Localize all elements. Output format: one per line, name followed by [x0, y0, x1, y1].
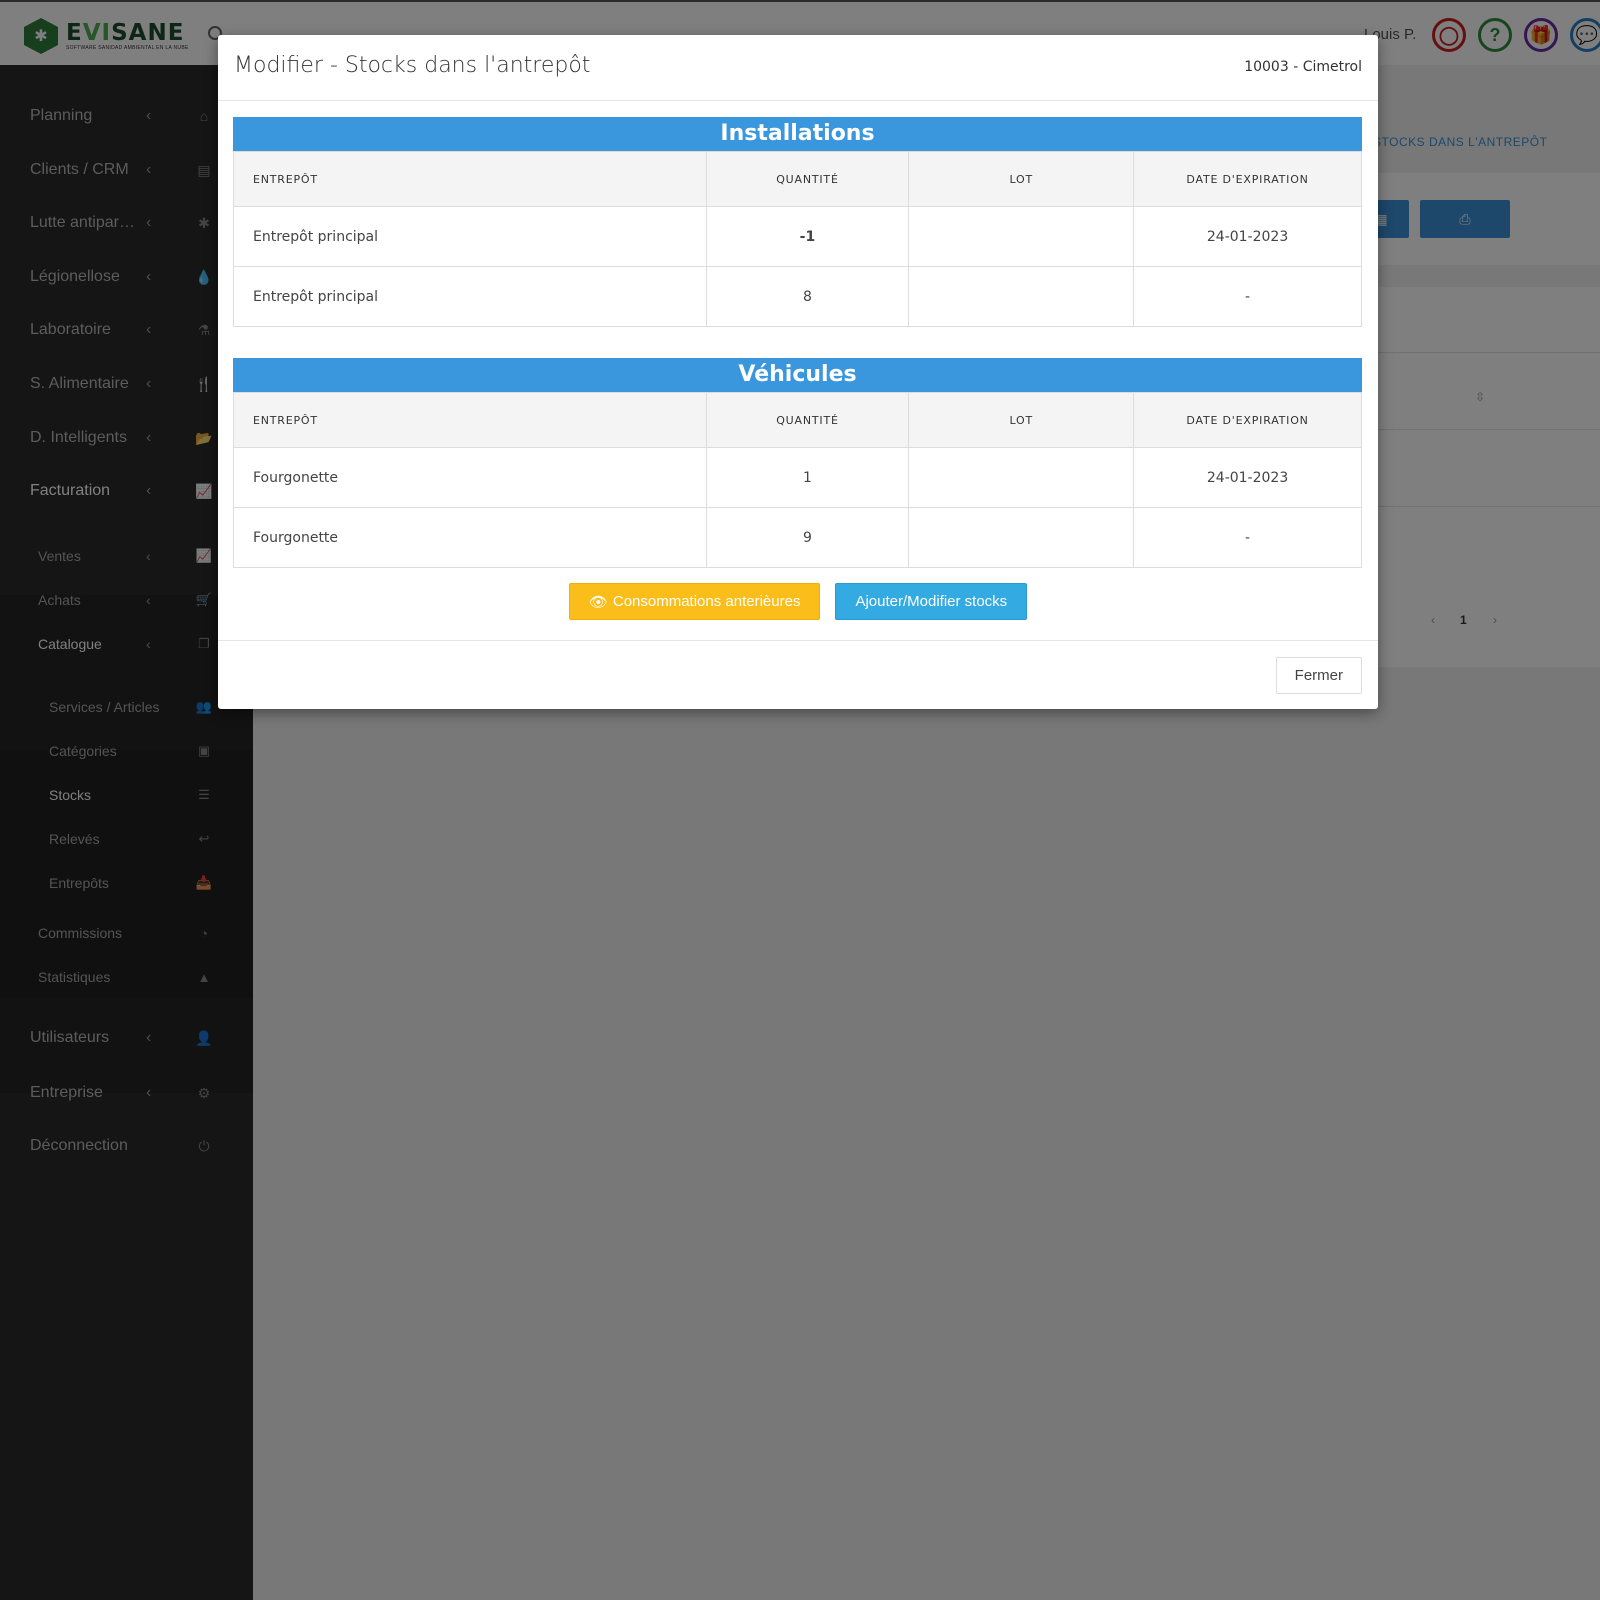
cell-date: 24-01-2023: [1133, 206, 1362, 267]
table-row: Entrepôt principal 8 -: [233, 266, 1362, 327]
cell-quantite: 9: [705, 507, 910, 568]
modal-header: Modifier - Stocks dans l'antrepôt 10003 …: [218, 35, 1378, 101]
cell-entrepot: Entrepôt principal: [233, 266, 707, 327]
previous-consumptions-label: Consommations anterièures: [612, 593, 801, 610]
table-row: Fourgonette 1 24-01-2023: [233, 447, 1362, 508]
cell-quantite: -1: [705, 206, 910, 267]
previous-consumptions-button[interactable]: 👁 Consommations anterièures: [568, 583, 821, 620]
cell-lot: [908, 507, 1135, 568]
modal-footer: Fermer: [218, 640, 1378, 709]
eye-icon: 👁: [588, 593, 608, 611]
close-button-label: Fermer: [1294, 667, 1343, 684]
vehicules-table: ENTREPÔT QUANTITÉ LOT DATE D'EXPIRATION …: [233, 392, 1362, 568]
cell-lot: [908, 206, 1135, 267]
table-header-row: ENTREPÔT QUANTITÉ LOT DATE D'EXPIRATION: [233, 151, 1362, 207]
cell-quantite: 8: [705, 266, 910, 327]
table-row: Entrepôt principal -1 24-01-2023: [233, 206, 1362, 267]
table-header-row: ENTREPÔT QUANTITÉ LOT DATE D'EXPIRATION: [233, 392, 1362, 448]
cell-date: -: [1133, 266, 1362, 327]
cell-lot: [908, 447, 1135, 508]
installations-table: ENTREPÔT QUANTITÉ LOT DATE D'EXPIRATION …: [233, 151, 1362, 327]
cell-entrepot: Entrepôt principal: [233, 206, 707, 267]
column-header-quantite: QUANTITÉ: [705, 151, 910, 207]
cell-entrepot: Fourgonette: [233, 507, 707, 568]
modal-title: Modifier - Stocks dans l'antrepôt: [234, 53, 591, 78]
product-reference: 10003 - Cimetrol: [1244, 59, 1362, 75]
modal-actions: 👁 Consommations anterièures Ajouter/Modi…: [218, 583, 1378, 620]
cell-entrepot: Fourgonette: [233, 447, 707, 508]
add-edit-stocks-label: Ajouter/Modifier stocks: [855, 593, 1008, 610]
cell-quantite: 1: [705, 447, 910, 508]
close-button[interactable]: Fermer: [1275, 657, 1362, 694]
vehicules-section: Véhicules ENTREPÔT QUANTITÉ LOT DATE D'E…: [233, 358, 1362, 568]
column-header-lot: LOT: [908, 151, 1135, 207]
column-header-entrepot: ENTREPÔT: [233, 151, 707, 207]
add-edit-stocks-button[interactable]: Ajouter/Modifier stocks: [835, 583, 1028, 620]
cell-date: -: [1133, 507, 1362, 568]
edit-stocks-modal: Modifier - Stocks dans l'antrepôt 10003 …: [218, 35, 1378, 709]
column-header-quantite: QUANTITÉ: [705, 392, 910, 448]
installations-title: Installations: [233, 117, 1362, 151]
table-row: Fourgonette 9 -: [233, 507, 1362, 568]
column-header-date: DATE D'EXPIRATION: [1133, 151, 1362, 207]
column-header-lot: LOT: [908, 392, 1135, 448]
cell-lot: [908, 266, 1135, 327]
cell-date: 24-01-2023: [1133, 447, 1362, 508]
column-header-entrepot: ENTREPÔT: [233, 392, 707, 448]
installations-section: Installations ENTREPÔT QUANTITÉ LOT DATE…: [233, 117, 1362, 327]
column-header-date: DATE D'EXPIRATION: [1133, 392, 1362, 448]
vehicules-title: Véhicules: [233, 358, 1362, 392]
